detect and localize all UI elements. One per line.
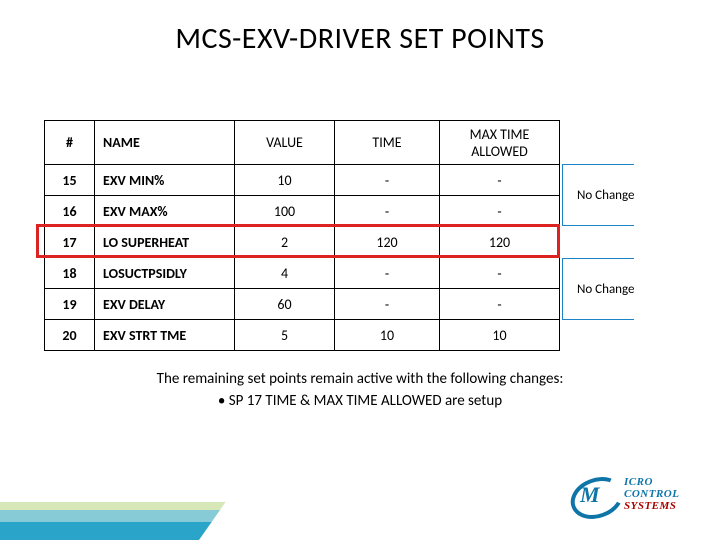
- cell-time: 120: [335, 227, 440, 258]
- setpoints-table: # NAME VALUE TIME MAX TIME ALLOWED 15 EX…: [44, 120, 560, 351]
- cell-name: LO SUPERHEAT: [95, 227, 235, 258]
- cell-name: EXV DELAY: [95, 289, 235, 320]
- table-row: 18 LOSUCTPSIDLY 4 - -: [45, 258, 560, 289]
- callout-no-change-1: No Change: [562, 164, 634, 226]
- cell-time: -: [335, 289, 440, 320]
- setpoints-table-wrap: # NAME VALUE TIME MAX TIME ALLOWED 15 EX…: [44, 120, 560, 351]
- cell-max: -: [440, 258, 560, 289]
- cell-value: 2: [235, 227, 335, 258]
- cell-time: -: [335, 258, 440, 289]
- table-row: 20 EXV STRT TME 5 10 10: [45, 320, 560, 351]
- cell-num: 20: [45, 320, 95, 351]
- cell-value: 4: [235, 258, 335, 289]
- table-row: 16 EXV MAX% 100 - -: [45, 196, 560, 227]
- hdr-value: VALUE: [235, 121, 335, 165]
- footnote: The remaining set points remain active w…: [0, 370, 720, 410]
- cell-time: -: [335, 196, 440, 227]
- cell-value: 10: [235, 165, 335, 196]
- hdr-num: #: [45, 121, 95, 165]
- cell-value: 5: [235, 320, 335, 351]
- cell-max: 120: [440, 227, 560, 258]
- footnote-line1: The remaining set points remain active w…: [157, 370, 564, 388]
- page-title: MCS-EXV-DRIVER SET POINTS: [0, 0, 720, 57]
- cell-num: 16: [45, 196, 95, 227]
- cell-name: EXV STRT TME: [95, 320, 235, 351]
- cell-time: 10: [335, 320, 440, 351]
- cell-name: EXV MAX%: [95, 196, 235, 227]
- cell-num: 15: [45, 165, 95, 196]
- cell-name: LOSUCTPSIDLY: [95, 258, 235, 289]
- cell-max: -: [440, 289, 560, 320]
- mcs-logo: M ICRO CONTROL SYSTEMS: [570, 470, 700, 526]
- cell-name: EXV MIN%: [95, 165, 235, 196]
- table-row: 19 EXV DELAY 60 - -: [45, 289, 560, 320]
- logo-text: ICRO CONTROL SYSTEMS: [624, 476, 679, 512]
- decorative-accent: [0, 450, 262, 540]
- table-row-highlight: 17 LO SUPERHEAT 2 120 120: [45, 227, 560, 258]
- cell-max: 10: [440, 320, 560, 351]
- cell-value: 60: [235, 289, 335, 320]
- cell-num: 17: [45, 227, 95, 258]
- cell-max: -: [440, 196, 560, 227]
- table-row: 15 EXV MIN% 10 - -: [45, 165, 560, 196]
- hdr-max: MAX TIME ALLOWED: [440, 121, 560, 165]
- logo-m-icon: M: [580, 482, 600, 508]
- cell-num: 19: [45, 289, 95, 320]
- footnote-line2: • SP 17 TIME & MAX TIME ALLOWED are setu…: [0, 392, 720, 410]
- callout-no-change-2: No Change: [562, 258, 634, 320]
- cell-time: -: [335, 165, 440, 196]
- cell-value: 100: [235, 196, 335, 227]
- hdr-time: TIME: [335, 121, 440, 165]
- cell-max: -: [440, 165, 560, 196]
- cell-num: 18: [45, 258, 95, 289]
- table-header-row: # NAME VALUE TIME MAX TIME ALLOWED: [45, 121, 560, 165]
- hdr-name: NAME: [95, 121, 235, 165]
